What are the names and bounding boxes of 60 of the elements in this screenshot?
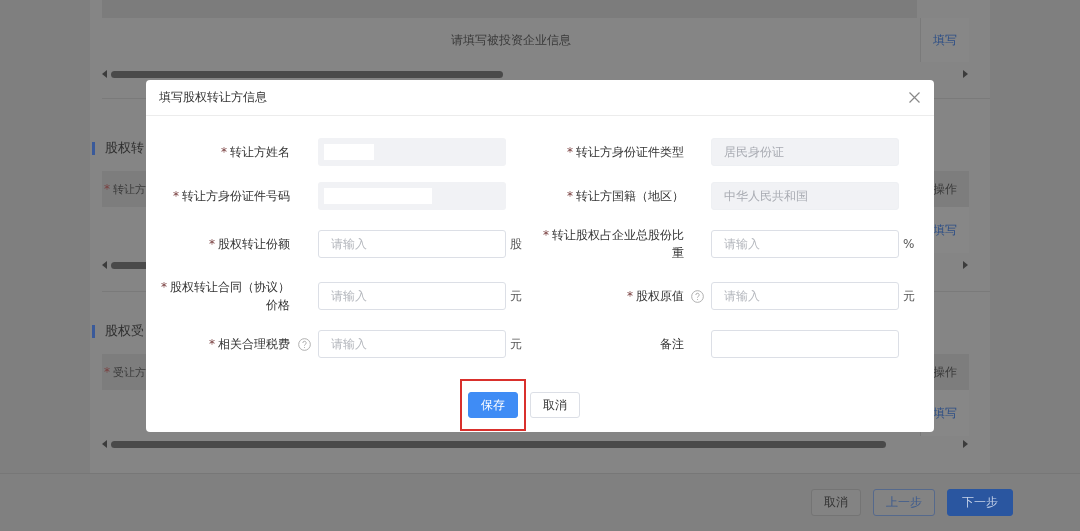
unit-label: 元 (509, 287, 523, 305)
required-mark: * (627, 289, 633, 303)
field-label: * 股权转让合同（协议）价格 (160, 279, 290, 314)
column-header: 转让方 (113, 181, 146, 197)
empty-table-text: 请填写被投资企业信息 (451, 31, 571, 49)
column-header: 操作 (933, 363, 957, 381)
input-field[interactable]: 请输入 (318, 282, 506, 310)
section-title: 股权受 (105, 322, 144, 340)
dialog-button[interactable]: 取消 (530, 392, 580, 418)
unit-label: 元 (509, 335, 523, 353)
scroll-left-icon[interactable] (102, 70, 107, 78)
scroll-right-icon[interactable] (963, 440, 968, 448)
required-mark: * (543, 228, 549, 242)
field-label: * 股权转让份额 (208, 236, 290, 253)
input-field[interactable]: 请输入 (318, 230, 506, 258)
field-label: * 相关合理税费 (208, 336, 290, 353)
unit-label: % (902, 237, 916, 251)
required-mark: * (567, 145, 573, 159)
field-label: * 转让方身份证件类型 (566, 144, 684, 161)
required-mark: * (567, 189, 573, 203)
column-header: 受让方 (113, 364, 146, 380)
fill-link[interactable]: 填写 (933, 404, 957, 422)
scroll-right-icon[interactable] (963, 70, 968, 78)
section-marker (92, 324, 95, 338)
required-mark: * (209, 237, 215, 251)
footer-button[interactable]: 下一步 (947, 489, 1013, 516)
required-mark: * (173, 189, 179, 203)
dialog-button[interactable]: 保存 (468, 392, 518, 418)
field-label: * 股权原值 (626, 288, 684, 305)
scroll-left-icon[interactable] (102, 261, 107, 269)
scroll-right-icon[interactable] (963, 261, 968, 269)
field-label: * 转让方姓名 (220, 144, 290, 161)
input-field[interactable] (711, 330, 899, 358)
scrollbar-thumb[interactable] (111, 70, 503, 78)
section-title: 股权转 (105, 139, 144, 157)
fill-link[interactable]: 填写 (933, 221, 957, 239)
input-field[interactable]: 请输入 (711, 282, 899, 310)
help-icon[interactable] (691, 289, 704, 303)
input-field[interactable]: 请输入 (711, 230, 899, 258)
field-label: * 转让股权占企业总股份比重 (542, 227, 684, 262)
close-icon[interactable] (909, 92, 920, 103)
scroll-left-icon[interactable] (102, 440, 107, 448)
unit-label: 股 (509, 235, 523, 253)
footer-button[interactable]: 取消 (811, 489, 861, 516)
field-label: * 转让方国籍（地区） (566, 188, 684, 205)
fill-link[interactable]: 填写 (933, 31, 957, 49)
required-mark: * (221, 145, 227, 159)
required-mark: * (104, 365, 110, 379)
unit-label: 元 (902, 287, 916, 305)
field-label: * 转让方身份证件号码 (172, 188, 290, 205)
required-mark: * (161, 280, 167, 294)
required-mark: * (209, 337, 215, 351)
column-header: 操作 (933, 180, 957, 198)
dialog-title: 填写股权转让方信息 (159, 89, 267, 106)
scrollbar-thumb[interactable] (111, 440, 886, 448)
section-marker (92, 141, 95, 155)
required-mark: * (104, 182, 110, 196)
input-field[interactable]: 请输入 (318, 330, 506, 358)
help-icon[interactable] (297, 337, 311, 351)
field-label: 备注 (659, 336, 684, 353)
